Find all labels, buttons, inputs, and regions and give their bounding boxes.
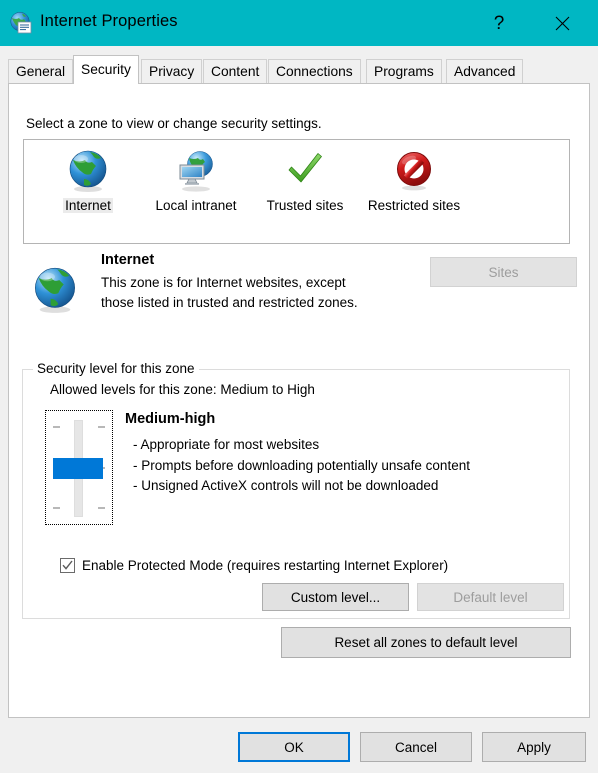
internet-properties-icon — [9, 11, 33, 35]
security-level-legend: Security level for this zone — [33, 361, 199, 376]
tab-content[interactable]: Content — [203, 59, 268, 83]
security-level-groupbox: Security level for this zone Allowed lev… — [22, 361, 570, 619]
zone-item-restricted-sites[interactable]: Restricted sites — [358, 147, 470, 213]
zone-detail-description: This zone is for Internet websites, exce… — [101, 275, 358, 310]
protected-mode-checkbox-row[interactable]: Enable Protected Mode (requires restarti… — [53, 558, 448, 573]
zone-item-local-intranet[interactable]: Local intranet — [140, 147, 252, 213]
zone-label-internet: Internet — [63, 198, 113, 213]
checkbox-icon[interactable] — [60, 558, 75, 573]
zone-item-trusted-sites[interactable]: Trusted sites — [249, 147, 361, 213]
ok-button[interactable]: OK — [238, 732, 350, 762]
sites-button[interactable]: Sites — [430, 257, 577, 287]
zone-list[interactable]: Internet Local intranet Trusted sites Re… — [23, 139, 570, 244]
zone-instruction-label: Select a zone to view or change security… — [26, 116, 322, 131]
zone-detail: Internet This zone is for Internet websi… — [23, 252, 577, 334]
slider-thumb[interactable] — [53, 458, 103, 479]
apply-button[interactable]: Apply — [482, 732, 586, 762]
green-check-icon — [249, 147, 361, 195]
tab-connections[interactable]: Connections — [268, 59, 361, 83]
tab-advanced[interactable]: Advanced — [446, 59, 524, 83]
cancel-button[interactable]: Cancel — [360, 732, 472, 762]
globe-icon — [32, 147, 144, 195]
tab-strip: General Security Privacy Content Connect… — [0, 46, 598, 84]
tab-security[interactable]: Security — [73, 55, 139, 84]
globe-icon — [31, 266, 79, 314]
window-title: Internet Properties — [40, 12, 178, 30]
zone-label-local-intranet: Local intranet — [155, 198, 237, 213]
default-level-button[interactable]: Default level — [417, 583, 564, 611]
red-prohibited-icon — [358, 147, 470, 195]
security-level-bullet: - Unsigned ActiveX controls will not be … — [133, 478, 439, 493]
tab-general[interactable]: General — [8, 59, 74, 83]
slider-tick — [98, 507, 105, 509]
help-button[interactable]: ? — [476, 0, 522, 49]
title-bar: Internet Properties ? — [0, 0, 598, 46]
slider-tick — [98, 426, 105, 428]
zone-item-internet[interactable]: Internet — [32, 147, 144, 213]
security-level-bullets: - Appropriate for most websites - Prompt… — [133, 435, 470, 497]
custom-level-button[interactable]: Custom level... — [262, 583, 409, 611]
zone-label-trusted-sites: Trusted sites — [266, 198, 344, 213]
security-level-bullet: - Prompts before downloading potentially… — [133, 457, 470, 473]
slider-tick — [53, 507, 60, 509]
security-level-name: Medium-high — [125, 411, 216, 427]
slider-tick — [53, 426, 60, 428]
zone-label-restricted-sites: Restricted sites — [367, 198, 461, 213]
security-tab-panel: Select a zone to view or change security… — [8, 83, 590, 718]
zone-detail-title: Internet — [101, 252, 155, 268]
security-level-slider[interactable] — [45, 410, 113, 525]
protected-mode-label: Enable Protected Mode (requires restarti… — [82, 558, 449, 573]
close-icon[interactable] — [539, 0, 585, 46]
reset-all-zones-button[interactable]: Reset all zones to default level — [281, 627, 571, 658]
monitor-globe-icon — [140, 147, 252, 195]
allowed-levels-label: Allowed levels for this zone: Medium to … — [50, 382, 315, 397]
tab-privacy[interactable]: Privacy — [141, 59, 203, 83]
tab-programs[interactable]: Programs — [366, 59, 442, 83]
security-level-bullet: - Appropriate for most websites — [133, 437, 320, 452]
